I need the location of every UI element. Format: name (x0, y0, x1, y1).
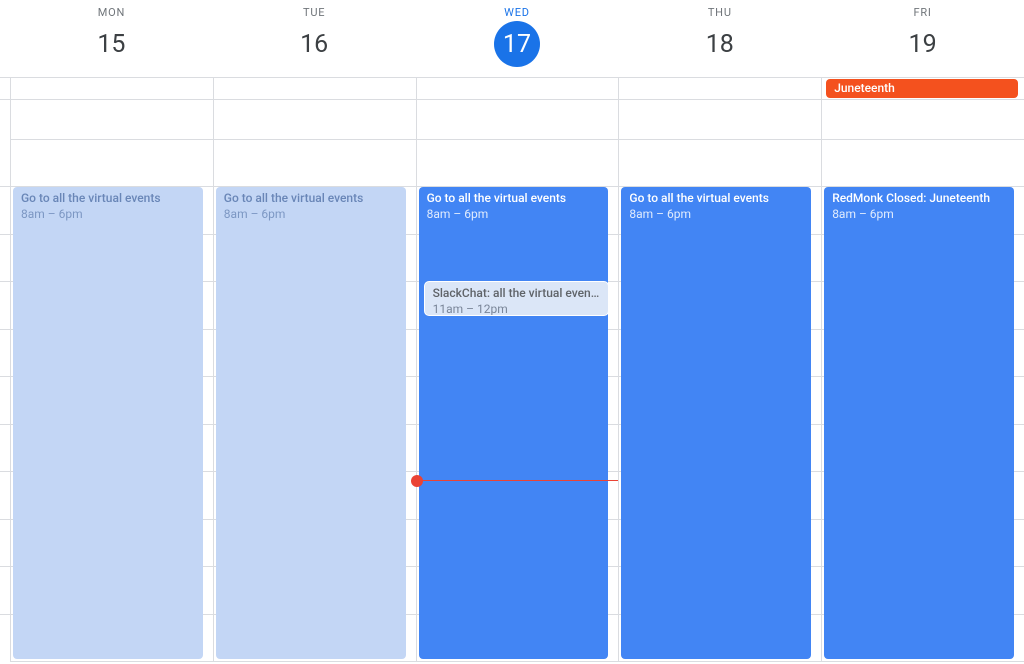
day-column-fri[interactable]: RedMonk Closed: Juneteenth 8am – 6pm (821, 140, 1024, 662)
event-redmonk-closed[interactable]: RedMonk Closed: Juneteenth 8am – 6pm (824, 187, 1014, 659)
allday-event-juneteenth[interactable]: Juneteenth (826, 79, 1018, 98)
spacer-gutter (0, 100, 10, 140)
day-header-thu[interactable]: THU 18 (618, 0, 821, 77)
day-header-tue[interactable]: TUE 16 (213, 0, 416, 77)
day-column-thu[interactable]: Go to all the virtual events 8am – 6pm (618, 140, 821, 662)
allday-cell-wed[interactable] (416, 78, 619, 99)
event-time: 8am – 6pm (21, 207, 195, 222)
allday-spacer-row (0, 100, 1024, 140)
event-time: 8am – 6pm (427, 207, 601, 222)
event-title: Go to all the virtual events (224, 191, 398, 206)
dow-label: FRI (821, 6, 1024, 19)
dow-label: TUE (213, 6, 416, 19)
day-number[interactable]: 19 (900, 21, 946, 67)
event-virtual-events-tue[interactable]: Go to all the virtual events 8am – 6pm (216, 187, 406, 659)
calendar-week-view: MON 15 TUE 16 WED 17 THU 18 FRI 19 J (0, 0, 1024, 664)
event-slackchat[interactable]: SlackChat: all the virtual events 11am –… (425, 282, 609, 315)
day-column-mon[interactable]: Go to all the virtual events 8am – 6pm (10, 140, 213, 662)
event-time: 8am – 6pm (832, 207, 1006, 222)
allday-cell-thu[interactable] (618, 78, 821, 99)
allday-row: Juneteenth (0, 78, 1024, 100)
allday-cell-tue[interactable] (213, 78, 416, 99)
day-number[interactable]: 15 (88, 21, 134, 67)
dow-label: MON (10, 6, 213, 19)
event-virtual-events-thu[interactable]: Go to all the virtual events 8am – 6pm (621, 187, 811, 659)
time-gutter (0, 140, 10, 662)
event-title: RedMonk Closed: Juneteenth (832, 191, 1006, 206)
event-title: Go to all the virtual events (427, 191, 601, 206)
time-grid: Go to all the virtual events 8am – 6pm G… (0, 140, 1024, 662)
event-virtual-events-mon[interactable]: Go to all the virtual events 8am – 6pm (13, 187, 203, 659)
day-number[interactable]: 18 (697, 21, 743, 67)
spacer-cell[interactable] (618, 100, 821, 140)
day-header-wed[interactable]: WED 17 (416, 0, 619, 77)
dow-label: WED (416, 6, 619, 19)
day-number[interactable]: 16 (291, 21, 337, 67)
day-header-fri[interactable]: FRI 19 (821, 0, 1024, 77)
event-title: SlackChat: all the virtual events (433, 286, 601, 301)
day-number[interactable]: 17 (494, 21, 540, 67)
header-gutter (0, 0, 10, 77)
event-time: 8am – 6pm (224, 207, 398, 222)
day-column-wed[interactable]: Go to all the virtual events 8am – 6pm S… (416, 140, 619, 662)
day-header-mon[interactable]: MON 15 (10, 0, 213, 77)
allday-cell-fri[interactable]: Juneteenth (821, 78, 1024, 99)
spacer-cell[interactable] (213, 100, 416, 140)
event-title: Go to all the virtual events (21, 191, 195, 206)
spacer-cell[interactable] (10, 100, 213, 140)
day-header-row: MON 15 TUE 16 WED 17 THU 18 FRI 19 (0, 0, 1024, 78)
spacer-cell[interactable] (821, 100, 1024, 140)
event-time: 8am – 6pm (629, 207, 803, 222)
event-time: 11am – 12pm (433, 302, 601, 315)
day-column-tue[interactable]: Go to all the virtual events 8am – 6pm (213, 140, 416, 662)
event-title: Go to all the virtual events (629, 191, 803, 206)
allday-cell-mon[interactable] (10, 78, 213, 99)
spacer-cell[interactable] (416, 100, 619, 140)
event-virtual-events-wed[interactable]: Go to all the virtual events 8am – 6pm (419, 187, 609, 659)
dow-label: THU (618, 6, 821, 19)
allday-section: Juneteenth (0, 78, 1024, 140)
allday-gutter (0, 78, 10, 99)
